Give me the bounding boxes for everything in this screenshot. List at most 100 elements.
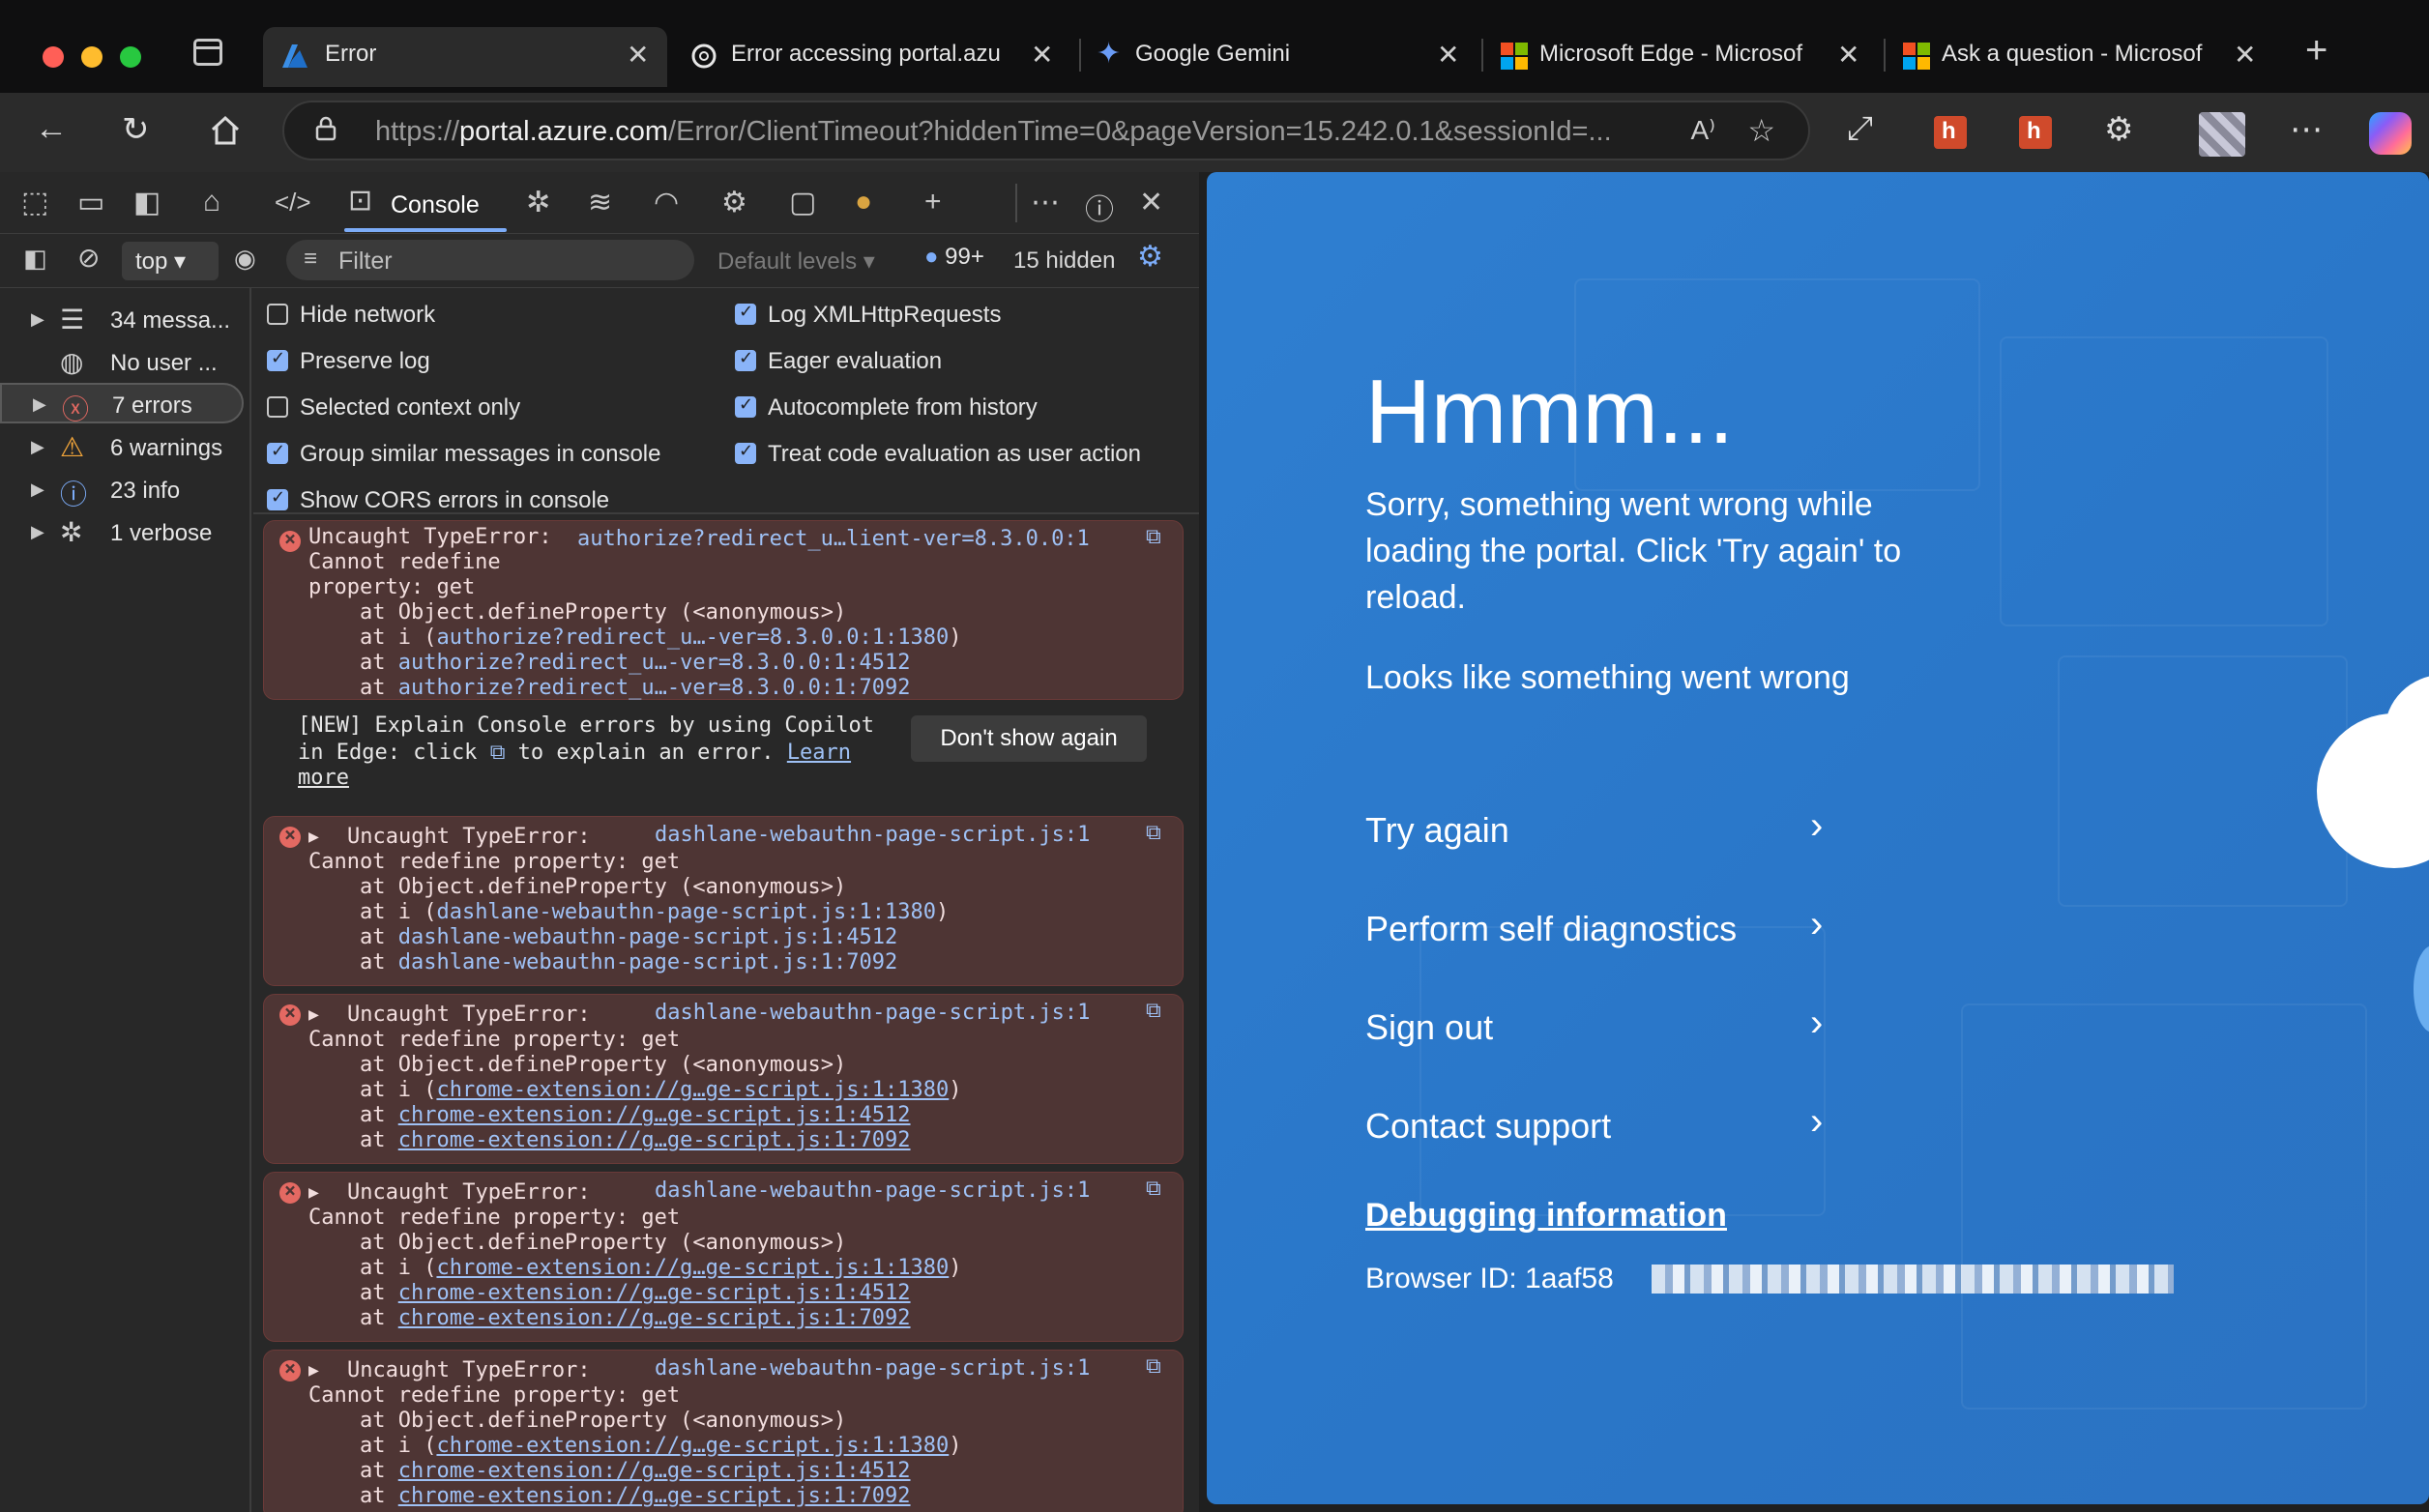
checkbox-box[interactable] — [735, 441, 756, 464]
close-tab-icon[interactable]: ✕ — [2234, 39, 2256, 71]
console-error-message[interactable]: ▶ Uncaught TypeError: dashlane-webauthn-… — [263, 1172, 1184, 1342]
checkbox-box[interactable] — [267, 396, 288, 418]
checkbox-box[interactable] — [735, 348, 756, 371]
expand-triangle-icon[interactable]: ▶ — [308, 1360, 319, 1381]
lock-icon[interactable] — [315, 116, 337, 141]
context-selector[interactable]: top ▾ — [122, 242, 219, 280]
learn-more-link[interactable]: more — [298, 766, 349, 790]
extension-h-icon[interactable] — [1934, 116, 1967, 149]
stack-link[interactable]: authorize?redirect_u…-ver=8.3.0.0:1:7092 — [398, 676, 911, 700]
stack-link[interactable]: chrome-extension://g…ge-script.js:1:7092 — [398, 1484, 911, 1508]
checkbox-box[interactable] — [735, 394, 756, 418]
stack-link[interactable]: chrome-extension://g…ge-script.js:1:4512 — [398, 1281, 911, 1305]
elements-icon[interactable]: </> — [275, 188, 311, 218]
stack-link[interactable]: chrome-extension://g…ge-script.js:1:1380 — [436, 1078, 949, 1102]
stack-link[interactable]: chrome-extension://g…ge-script.js:1:1380 — [436, 1434, 949, 1458]
minimize-window-button[interactable] — [81, 46, 102, 68]
console-settings-gear-icon[interactable]: ⚙ — [1137, 240, 1163, 274]
new-tab-icon[interactable]: + — [2305, 29, 2327, 73]
back-icon[interactable]: ← — [35, 110, 68, 148]
debugging-information-link[interactable]: Debugging information — [1365, 1197, 1727, 1235]
more-icon[interactable]: ⋯ — [2290, 110, 2323, 149]
sidebar-item-warnings[interactable]: ▶ ⚠ 6 warnings — [0, 427, 244, 468]
console-error-message[interactable]: ▶ Uncaught TypeError: dashlane-webauthn-… — [263, 994, 1184, 1164]
copilot-explain-icon[interactable]: ⧉ — [1146, 821, 1161, 845]
close-devtools-icon[interactable]: ✕ — [1139, 186, 1163, 219]
copilot-explain-icon[interactable]: ⧉ — [1146, 1177, 1161, 1201]
help-icon[interactable]: ⓘ — [1085, 186, 1114, 228]
application-icon[interactable]: ▢ — [789, 186, 816, 219]
profile-avatar[interactable] — [2199, 112, 2245, 157]
stack-link[interactable]: chrome-extension://g…ge-script.js:1:4512 — [398, 1459, 911, 1483]
address-bar[interactable]: https://portal.azure.com/Error/ClientTim… — [282, 101, 1810, 160]
expand-triangle-icon[interactable]: ▶ — [308, 1182, 319, 1203]
copilot-explain-icon[interactable]: ⧉ — [1146, 1354, 1161, 1379]
expand-arrow-icon[interactable]: ▶ — [31, 522, 44, 542]
close-window-button[interactable] — [43, 46, 64, 68]
favorite-star-icon[interactable]: ☆ — [1747, 112, 1775, 149]
home-icon[interactable] — [209, 114, 242, 147]
close-tab-icon[interactable]: ✕ — [627, 39, 649, 71]
copilot-explain-icon[interactable]: ⧉ — [1146, 525, 1161, 549]
dont-show-again-button[interactable]: Don't show again — [911, 715, 1147, 762]
stack-link[interactable]: authorize?redirect_u…-ver=8.3.0.0:1:1380 — [436, 625, 949, 650]
sidebar-item-info[interactable]: ▶ ⓘ 23 info — [0, 470, 244, 510]
tab-microsoft-edge[interactable]: Microsoft Edge - Microsof ✕ — [1483, 27, 1884, 87]
issues-counter[interactable]: ● 99+ — [924, 244, 984, 271]
checkbox-box[interactable] — [267, 441, 288, 464]
error-source-link[interactable]: dashlane-webauthn-page-script.js:1 — [655, 823, 1090, 847]
checkbox-box[interactable] — [267, 348, 288, 371]
performance-icon[interactable]: ◠ — [654, 186, 679, 219]
log-levels-dropdown[interactable]: Default levels ▾ — [717, 247, 875, 276]
learn-more-link[interactable]: Learn — [787, 741, 851, 765]
tab-console[interactable]: ⊡ Console — [344, 180, 507, 232]
stack-link[interactable]: dashlane-webauthn-page-script.js:1:1380 — [436, 900, 936, 924]
extensions-puzzle-icon[interactable]: ⚙ — [2104, 110, 2133, 149]
inspect-element-icon[interactable]: ⬚ — [21, 186, 48, 219]
sidebar-item-verbose[interactable]: ▶ ✲ 1 verbose — [0, 512, 244, 553]
error-source-link[interactable]: dashlane-webauthn-page-script.js:1 — [655, 1356, 1090, 1381]
stack-link[interactable]: chrome-extension://g…ge-script.js:1:7092 — [398, 1306, 911, 1330]
stack-link[interactable]: chrome-extension://g…ge-script.js:1:4512 — [398, 1103, 911, 1127]
refresh-icon[interactable]: ↻ — [122, 110, 150, 149]
dock-side-icon[interactable]: ◧ — [133, 186, 161, 219]
cookie-icon[interactable]: ● — [855, 186, 872, 218]
contact-support-link[interactable]: Contact support › — [1365, 1096, 1849, 1154]
error-source-link[interactable]: dashlane-webauthn-page-script.js:1 — [655, 1001, 1090, 1025]
expand-triangle-icon[interactable]: ▶ — [308, 827, 319, 847]
sidebar-toggle-icon[interactable]: ◧ — [23, 244, 47, 274]
expand-triangle-icon[interactable]: ▶ — [308, 1004, 319, 1025]
tab-actions-icon[interactable] — [193, 39, 222, 66]
copilot-explain-icon[interactable]: ⧉ — [1146, 999, 1161, 1023]
console-error-message[interactable]: ▶ Uncaught TypeError: dashlane-webauthn-… — [263, 816, 1184, 986]
close-tab-icon[interactable]: ✕ — [1837, 39, 1859, 71]
console-error-message[interactable]: Uncaught TypeError: authorize?redirect_u… — [263, 520, 1184, 700]
tab-google-gemini[interactable]: ✦ Google Gemini ✕ — [1081, 27, 1481, 87]
zoom-window-button[interactable] — [120, 46, 141, 68]
expand-arrow-icon[interactable]: ▶ — [31, 309, 44, 330]
expand-icon[interactable]: ⤢ — [1847, 110, 1873, 148]
expand-arrow-icon[interactable]: ▶ — [31, 437, 44, 457]
stack-link[interactable]: chrome-extension://g…ge-script.js:1:7092 — [398, 1128, 911, 1152]
device-emulation-icon[interactable]: ▭ — [77, 186, 104, 219]
read-aloud-icon[interactable]: A⁾ — [1690, 114, 1715, 146]
memory-icon[interactable]: ⚙ — [721, 186, 747, 219]
checkbox-box[interactable] — [267, 304, 288, 325]
self-diagnostics-link[interactable]: Perform self diagnostics › — [1365, 899, 1849, 957]
more-options-icon[interactable]: ⋯ — [1031, 186, 1060, 219]
sign-out-link[interactable]: Sign out › — [1365, 998, 1849, 1056]
checkbox-box[interactable] — [735, 302, 756, 325]
expand-arrow-icon[interactable]: ▶ — [33, 394, 46, 415]
network-wifi-icon[interactable]: ≋ — [588, 186, 612, 219]
sidebar-item-messages[interactable]: ▶ ☰ 34 messa... — [0, 300, 244, 340]
more-tools-plus-icon[interactable]: + — [924, 186, 942, 218]
error-source-link[interactable]: authorize?redirect_u…lient-ver=8.3.0.0:1 — [577, 527, 1090, 551]
tab-error[interactable]: Error ✕ — [263, 27, 667, 87]
expand-arrow-icon[interactable]: ▶ — [31, 480, 44, 500]
sidebar-item-user-messages[interactable]: ◍ No user ... — [0, 342, 244, 383]
tab-error-accessing[interactable]: Error accessing portal.azu ✕ — [673, 27, 1073, 87]
error-source-link[interactable]: dashlane-webauthn-page-script.js:1 — [655, 1178, 1090, 1203]
filter-input[interactable]: ≡ Filter — [286, 240, 694, 280]
live-expression-eye-icon[interactable]: ◉ — [234, 244, 256, 274]
clear-console-icon[interactable]: ⊘ — [77, 242, 100, 274]
